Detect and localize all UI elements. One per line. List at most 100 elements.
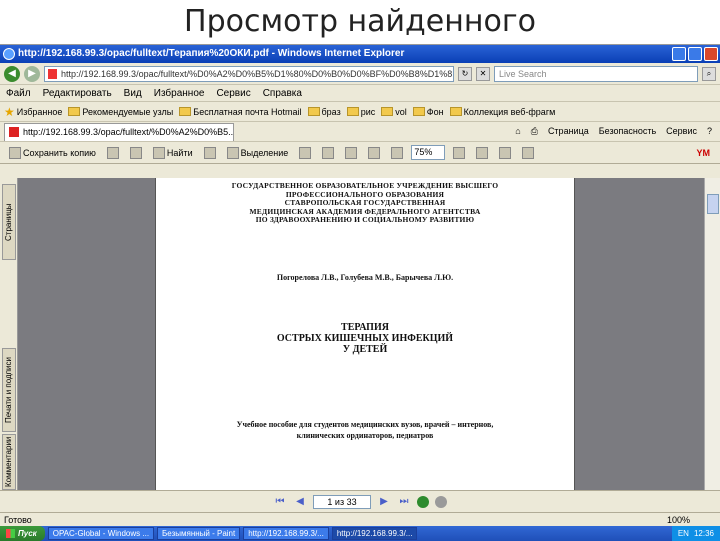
subtitle-line: Учебное пособие для студентов медицински… <box>236 419 494 429</box>
select-label: Выделение <box>240 147 289 158</box>
safety-menu[interactable]: Безопасность <box>599 126 656 137</box>
fav-item-label: браз <box>321 106 341 117</box>
fav-item-folder-1[interactable]: браз <box>307 106 341 117</box>
home-icon[interactable]: ⌂ <box>515 126 520 137</box>
email-button[interactable] <box>127 145 145 161</box>
hand-tool-button[interactable] <box>201 145 219 161</box>
title-line: У ДЕТЕЙ <box>342 343 388 355</box>
book-title: ТЕРАПИЯ ОСТРЫХ КИШЕЧНЫХ ИНФЕКЦИЙ У ДЕТЕЙ <box>156 322 574 355</box>
next-view-icon[interactable] <box>435 495 447 508</box>
snapshot-button[interactable] <box>296 145 314 161</box>
close-button[interactable] <box>704 47 718 61</box>
taskbar-item[interactable]: OPAC-Global - Windows ... <box>47 527 155 540</box>
actual-size-button[interactable] <box>342 145 360 161</box>
tab-signatures[interactable]: Печати и подписи <box>2 348 16 432</box>
fav-item-suggested[interactable]: Рекомендуемые узлы <box>68 107 173 117</box>
fav-item-gallery[interactable]: Коллекция веб-фрагм <box>449 106 556 117</box>
stop-icon[interactable]: ✕ <box>476 66 490 81</box>
select-tool-button[interactable]: Выделение <box>224 145 292 161</box>
print-icon[interactable]: ⎙ <box>531 126 538 137</box>
scroll-thumb[interactable] <box>707 194 719 214</box>
page-number-field[interactable]: 1 из 33 <box>313 494 371 509</box>
maximize-button[interactable] <box>688 47 702 61</box>
taskbar-item[interactable]: http://192.168.99.3/... <box>243 527 329 540</box>
fit-page-button[interactable] <box>365 145 383 161</box>
fit-width-icon <box>391 146 404 159</box>
properties-button[interactable] <box>473 145 491 161</box>
menu-file[interactable]: Файл <box>6 88 31 99</box>
save-icon <box>9 146 21 159</box>
menu-help[interactable]: Справка <box>263 88 302 99</box>
fav-item-folder-4[interactable]: Фон <box>412 106 444 117</box>
last-page-icon[interactable]: ⏭ <box>397 496 411 508</box>
prev-page-icon[interactable]: ◀ <box>293 496 307 508</box>
page-icon <box>449 107 462 116</box>
search-icon[interactable]: ⌕ <box>702 66 716 81</box>
menu-tools[interactable]: Сервис <box>216 88 250 99</box>
subtitle-line: клинических ординаторов, педиатров <box>296 430 434 440</box>
favorites-bar: ★ Избранное Рекомендуемые узлы Бесплатная… <box>0 102 720 122</box>
windows-flag-icon <box>6 529 15 538</box>
page-icon <box>179 107 192 116</box>
print-button[interactable] <box>104 145 122 161</box>
institution-header: ГОСУДАРСТВЕННОЕ ОБРАЗОВАТЕЛЬНОЕ УЧРЕЖДЕН… <box>156 181 574 225</box>
status-zoom[interactable]: 100% <box>667 515 690 525</box>
forward-icon[interactable]: ▶ <box>24 65 40 82</box>
favorites-button[interactable]: ★ Избранное <box>4 105 62 119</box>
menu-favorites[interactable]: Избранное <box>154 88 205 99</box>
prev-view-icon[interactable] <box>417 495 429 508</box>
binoculars-icon <box>152 146 165 159</box>
page-icon <box>68 107 81 116</box>
fav-item-folder-2[interactable]: рис <box>346 106 376 117</box>
search-input[interactable]: Live Search <box>494 65 698 82</box>
institution-line: ПО ЗДРАВООХРАНЕНИЮ И СОЦИАЛЬНОМУ РАЗВИТИ… <box>255 215 475 224</box>
taskbar-item[interactable]: http://192.168.99.3/... <box>331 527 418 540</box>
layout-icon <box>499 146 512 159</box>
taskbar-item[interactable]: Безымянный - Paint <box>157 527 241 540</box>
cursor-icon <box>226 146 239 159</box>
fav-item-folder-3[interactable]: vol <box>381 107 407 117</box>
save-copy-button[interactable]: Сохранить копию <box>6 145 99 161</box>
fit-width-button[interactable] <box>388 145 406 161</box>
fav-item-label: Коллекция веб-фрагм <box>463 106 556 117</box>
book-subtitle: Учебное пособие для студентов медицински… <box>156 419 574 441</box>
title-line: ТЕРАПИЯ <box>341 321 389 333</box>
zoom-in-button[interactable] <box>319 145 337 161</box>
start-button[interactable]: Пуск <box>0 526 45 541</box>
refresh-icon[interactable]: ↻ <box>458 66 472 81</box>
tab-pages[interactable]: Страницы <box>2 184 16 260</box>
fav-item-hotmail[interactable]: Бесплатная почта Hotmail <box>179 107 302 117</box>
menu-view[interactable]: Вид <box>124 88 142 99</box>
rotate-button[interactable] <box>450 145 468 161</box>
address-bar[interactable]: http://192.168.99.3/opac/fulltext/%D0%A2… <box>44 65 454 82</box>
address-toolbar: ◀ ▶ http://192.168.99.3/opac/fulltext/%D… <box>0 63 720 85</box>
layout-button[interactable] <box>496 145 514 161</box>
address-text: http://192.168.99.3/opac/fulltext/%D0%A2… <box>61 68 453 79</box>
find-button[interactable]: Найти <box>150 145 196 161</box>
first-page-icon[interactable]: ⏮ <box>273 496 287 508</box>
window-titlebar: http://192.168.99.3/opac/fulltext/Терапи… <box>0 45 720 63</box>
comment-icon <box>522 146 535 159</box>
folder-icon <box>412 107 425 116</box>
fav-item-label: Фон <box>426 106 444 117</box>
tools-menu[interactable]: Сервис <box>666 126 697 137</box>
back-icon[interactable]: ◀ <box>4 65 20 82</box>
menu-edit[interactable]: Редактировать <box>43 88 112 99</box>
zoom-field[interactable]: 75% <box>411 145 446 160</box>
start-label: Пуск <box>18 529 37 538</box>
toolbar-brand: YM <box>696 147 711 158</box>
comment-button[interactable] <box>519 145 537 161</box>
tab-row: http://192.168.99.3/opac/fulltext/%D0%A2… <box>0 122 720 142</box>
document-icon <box>476 146 489 159</box>
help-icon[interactable]: ? <box>707 126 712 137</box>
tab-comments[interactable]: Комментарии <box>2 434 16 490</box>
fav-item-label: рис <box>360 106 376 117</box>
print-icon <box>106 146 119 159</box>
tab-pdf[interactable]: http://192.168.99.3/opac/fulltext/%D0%A2… <box>4 122 234 141</box>
minimize-button[interactable] <box>672 47 686 61</box>
language-indicator[interactable]: EN <box>678 529 689 538</box>
pdf-page: ГОСУДАРСТВЕННОЕ ОБРАЗОВАТЕЛЬНОЕ УЧРЕЖДЕН… <box>155 178 575 490</box>
page-menu[interactable]: Страница <box>548 126 589 137</box>
vertical-scrollbar[interactable] <box>704 178 720 490</box>
next-page-icon[interactable]: ▶ <box>377 496 391 508</box>
